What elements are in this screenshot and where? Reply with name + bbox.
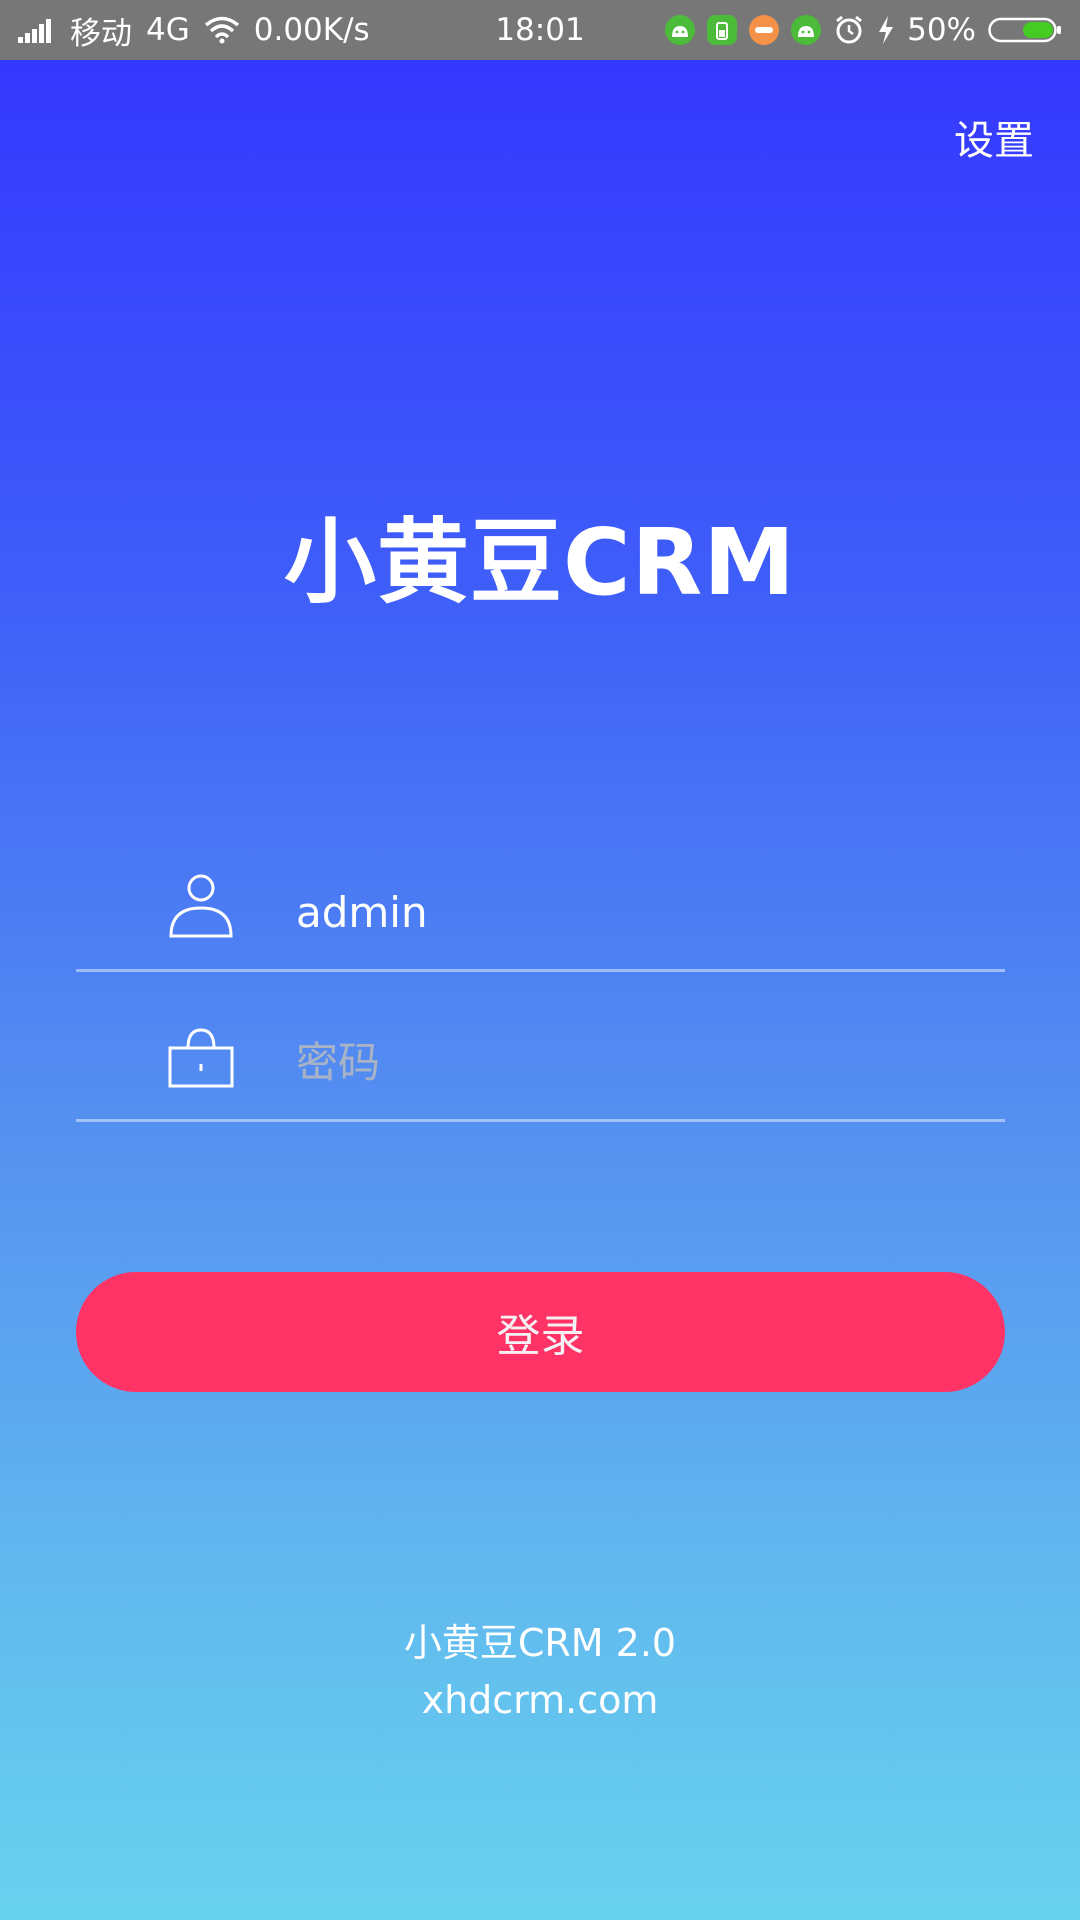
orange-app-icon <box>749 15 780 45</box>
network-type-label: 4G <box>146 12 190 48</box>
status-bar: 移动 4G 0.00K/s 18:01 50% <box>0 0 1080 60</box>
login-button[interactable]: 登录 <box>76 1272 1005 1392</box>
carrier-label: 移动 <box>70 15 132 52</box>
website-label: xhdcrm.com <box>421 1678 659 1722</box>
app-title: 小黄豆CRM <box>284 509 796 616</box>
battery-saver-icon <box>707 15 738 45</box>
wifi-icon <box>204 16 240 44</box>
battery-icon <box>988 16 1062 44</box>
status-bar-left: 移动 4G 0.00K/s <box>18 8 370 53</box>
version-label: 小黄豆CRM 2.0 <box>403 1621 677 1665</box>
network-speed-label: 0.00K/s <box>253 12 370 48</box>
signal-icon <box>18 17 56 43</box>
settings-button[interactable]: 设置 <box>954 108 1034 166</box>
android-app-icon <box>665 15 696 45</box>
user-icon <box>168 872 234 938</box>
lock-icon <box>168 1022 234 1088</box>
charging-bolt-icon <box>877 15 895 45</box>
android-app-icon <box>791 15 822 45</box>
password-input[interactable] <box>296 1012 986 1112</box>
password-field[interactable] <box>76 1012 1005 1122</box>
username-input[interactable] <box>296 862 986 962</box>
status-bar-right: 50% <box>665 12 1062 48</box>
username-field[interactable] <box>76 862 1005 972</box>
battery-percent-label: 50% <box>907 12 976 48</box>
alarm-icon <box>833 14 865 46</box>
